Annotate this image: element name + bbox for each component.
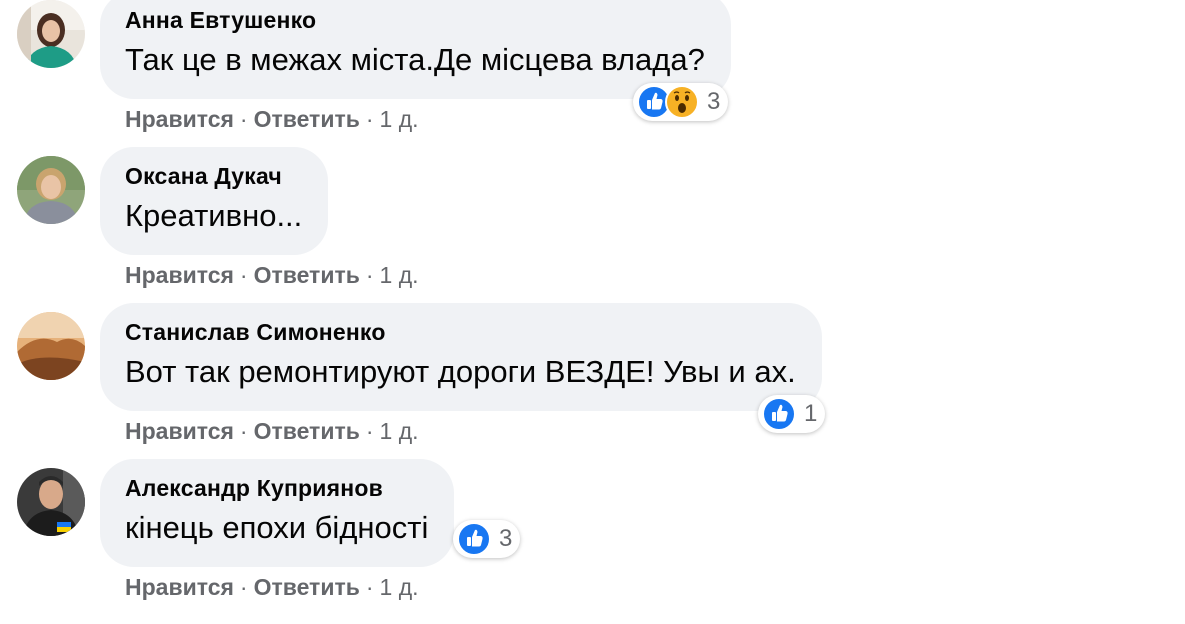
comment: Станислав Симоненко Вот так ремонтируют … — [0, 303, 1185, 468]
separator: · — [365, 574, 374, 600]
reaction-count: 3 — [499, 525, 513, 552]
like-button[interactable]: Нравится — [125, 262, 234, 288]
comment-author[interactable]: Оксана Дукач — [125, 162, 302, 190]
avatar[interactable] — [17, 468, 85, 536]
comment-time[interactable]: 1 д. — [380, 106, 419, 132]
separator: · — [365, 106, 374, 132]
comment-bubble: Оксана Дукач Креативно... — [100, 147, 329, 255]
like-button[interactable]: Нравится — [125, 574, 234, 600]
separator: · — [365, 262, 374, 288]
reactions-summary[interactable]: 1 — [758, 395, 826, 433]
separator: · — [239, 418, 248, 444]
comment: Анна Евтушенко Так це в межах міста.Де м… — [0, 0, 1185, 156]
like-icon — [457, 522, 491, 556]
comment-text: Вот так ремонтируют дороги ВЕЗДЕ! Увы и … — [125, 354, 796, 389]
comment-actions: Нравится · Ответить · 1 д. — [125, 572, 419, 602]
reply-button[interactable]: Ответить — [254, 106, 360, 132]
like-icon — [762, 397, 796, 431]
comment-actions: Нравится · Ответить · 1 д. — [125, 104, 419, 134]
comment-author[interactable]: Александр Куприянов — [125, 474, 428, 502]
comment-actions: Нравится · Ответить · 1 д. — [125, 260, 419, 290]
reaction-count: 1 — [804, 400, 818, 427]
comment-text: Так це в межах міста.Де місцева влада? — [125, 42, 705, 77]
reactions-summary[interactable]: 3 — [453, 520, 521, 558]
avatar[interactable] — [17, 0, 85, 68]
reply-button[interactable]: Ответить — [254, 262, 360, 288]
comment-text: Креативно... — [125, 198, 303, 233]
comment-bubble: Анна Евтушенко Так це в межах міста.Де м… — [100, 0, 731, 99]
comment-actions: Нравится · Ответить · 1 д. — [125, 416, 419, 446]
separator: · — [239, 106, 248, 132]
comment-author[interactable]: Станислав Симоненко — [125, 318, 796, 346]
avatar[interactable] — [17, 156, 85, 224]
comment-time[interactable]: 1 д. — [380, 262, 419, 288]
like-button[interactable]: Нравится — [125, 106, 234, 132]
avatar[interactable] — [17, 312, 85, 380]
like-button[interactable]: Нравится — [125, 418, 234, 444]
comment-text: кінець епохи бідності — [125, 510, 429, 545]
comment-author[interactable]: Анна Евтушенко — [125, 6, 705, 34]
separator: · — [239, 262, 248, 288]
reply-button[interactable]: Ответить — [254, 574, 360, 600]
comment-bubble: Станислав Симоненко Вот так ремонтируют … — [100, 303, 822, 411]
comment: Александр Куприянов кінець епохи бідност… — [0, 459, 1185, 624]
comment: Оксана Дукач Креативно... Нравится · Ответ… — [0, 147, 1185, 312]
comment-time[interactable]: 1 д. — [380, 574, 419, 600]
reactions-summary[interactable]: 3 — [633, 83, 729, 121]
separator: · — [239, 574, 248, 600]
separator: · — [365, 418, 374, 444]
comment-bubble: Александр Куприянов кінець епохи бідност… — [100, 459, 455, 567]
wow-icon — [665, 85, 699, 119]
reaction-count: 3 — [707, 88, 721, 115]
reply-button[interactable]: Ответить — [254, 418, 360, 444]
comment-time[interactable]: 1 д. — [380, 418, 419, 444]
